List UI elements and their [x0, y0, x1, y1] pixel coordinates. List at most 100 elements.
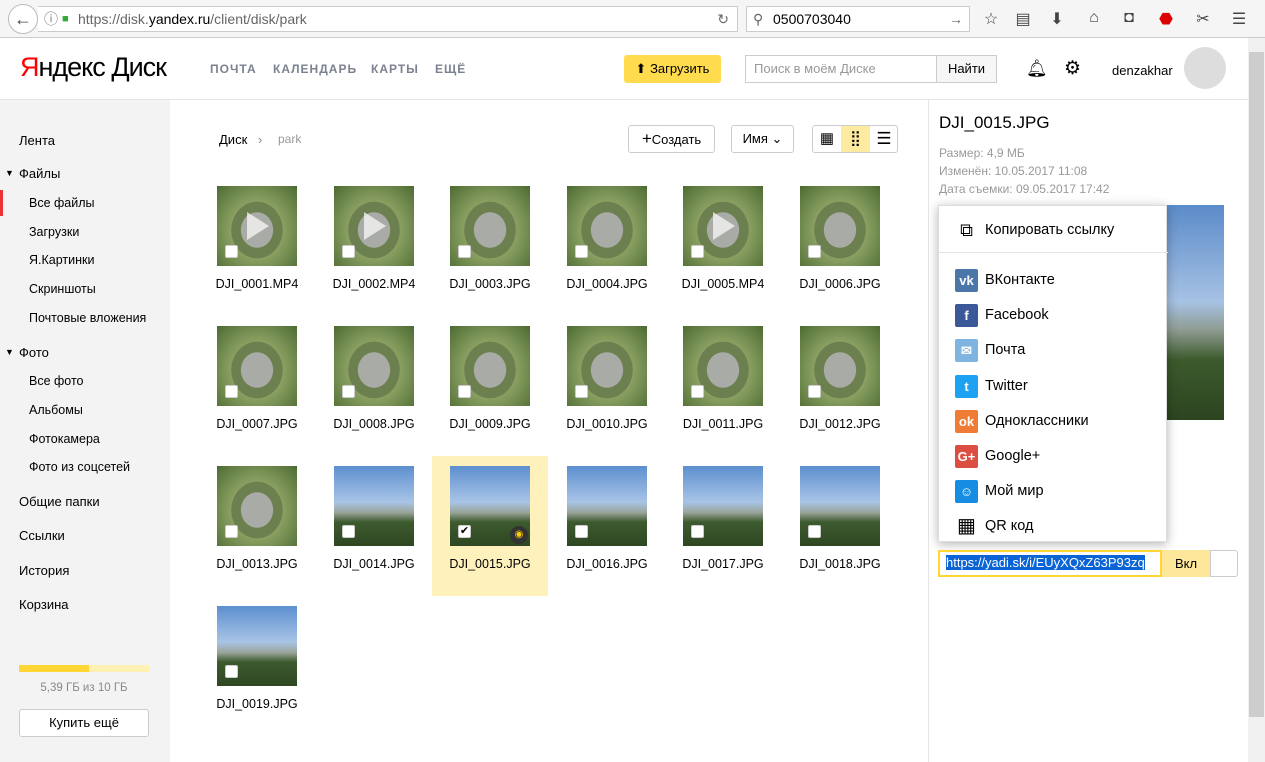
- select-checkbox[interactable]: [225, 385, 238, 398]
- file-tile[interactable]: DJI_0009.JPG: [432, 326, 548, 466]
- file-thumbnail[interactable]: [683, 466, 763, 546]
- copy-link-item[interactable]: ⧉ Копировать ссылку: [939, 212, 1168, 252]
- username[interactable]: denzakhar: [1112, 63, 1173, 78]
- sidebar-item-camera[interactable]: Фотокамера: [29, 432, 100, 446]
- select-checkbox[interactable]: [575, 245, 588, 258]
- file-tile[interactable]: DJI_0017.JPG: [665, 466, 781, 606]
- file-thumbnail[interactable]: [800, 186, 880, 266]
- scrollbar[interactable]: [1248, 38, 1265, 762]
- buy-more-button[interactable]: Купить ещё: [19, 709, 149, 737]
- file-tile[interactable]: DJI_0011.JPG: [665, 326, 781, 466]
- sidebar-item-trash[interactable]: Корзина: [19, 597, 69, 612]
- view-list-icon[interactable]: ☰: [870, 126, 897, 152]
- file-thumbnail[interactable]: [567, 466, 647, 546]
- browser-search[interactable]: ⚲ 0500703040 →: [746, 6, 970, 32]
- select-checkbox[interactable]: [458, 245, 471, 258]
- file-thumbnail[interactable]: [334, 326, 414, 406]
- file-thumbnail[interactable]: [567, 326, 647, 406]
- gear-icon[interactable]: ⚙: [1064, 57, 1081, 80]
- sidebar-item-yandex-images[interactable]: Я.Картинки: [29, 253, 94, 267]
- nav-calendar[interactable]: КАЛЕНДАРЬ: [273, 62, 357, 76]
- sidebar-item-all-files[interactable]: Все файлы: [0, 190, 95, 216]
- file-tile[interactable]: DJI_0003.JPG: [432, 186, 548, 326]
- share-item[interactable]: G+ Google+: [939, 438, 1168, 473]
- share-item[interactable]: t Twitter: [939, 368, 1168, 403]
- file-thumbnail[interactable]: [334, 186, 414, 266]
- share-item[interactable]: f Facebook: [939, 297, 1168, 332]
- download-icon[interactable]: ⬇: [1046, 9, 1068, 29]
- sidebar-item-shared-folders[interactable]: Общие папки: [19, 494, 100, 509]
- select-checkbox[interactable]: [458, 385, 471, 398]
- select-checkbox[interactable]: [342, 385, 355, 398]
- sidebar-item-social-photos[interactable]: Фото из соцсетей: [29, 460, 130, 474]
- file-thumbnail[interactable]: [450, 326, 530, 406]
- file-thumbnail[interactable]: ✔ ◉: [450, 466, 530, 546]
- breadcrumb-disk[interactable]: Диск: [219, 132, 247, 147]
- adblock-icon[interactable]: ⬣: [1155, 9, 1177, 29]
- sidebar-item-photo[interactable]: Фото: [19, 345, 49, 360]
- select-checkbox[interactable]: [575, 525, 588, 538]
- sidebar-item-downloads[interactable]: Загрузки: [29, 225, 79, 239]
- select-checkbox[interactable]: [225, 525, 238, 538]
- scrollbar-thumb[interactable]: [1249, 52, 1264, 717]
- file-thumbnail[interactable]: [217, 466, 297, 546]
- share-item[interactable]: ▦ QR код: [939, 508, 1168, 543]
- nav-maps[interactable]: КАРТЫ: [371, 62, 419, 76]
- select-checkbox[interactable]: [225, 665, 238, 678]
- back-button[interactable]: ←: [8, 4, 38, 34]
- file-thumbnail[interactable]: [217, 186, 297, 266]
- file-thumbnail[interactable]: [683, 186, 763, 266]
- select-checkbox[interactable]: [808, 385, 821, 398]
- avatar[interactable]: [1184, 47, 1226, 89]
- file-thumbnail[interactable]: [567, 186, 647, 266]
- nav-mail[interactable]: ПОЧТА: [210, 62, 257, 76]
- link-toggle-label[interactable]: Вкл: [1162, 550, 1210, 577]
- file-tile[interactable]: DJI_0008.JPG: [316, 326, 432, 466]
- create-button[interactable]: +Создать: [628, 125, 715, 153]
- select-checkbox[interactable]: [691, 385, 704, 398]
- file-tile[interactable]: DJI_0002.MP4: [316, 186, 432, 326]
- file-tile[interactable]: DJI_0014.JPG: [316, 466, 432, 606]
- pocket-icon[interactable]: ◘: [1118, 9, 1140, 27]
- view-large-tiles-icon[interactable]: ▦: [813, 126, 841, 152]
- file-thumbnail[interactable]: [217, 326, 297, 406]
- share-item[interactable]: ok Одноклассники: [939, 403, 1168, 438]
- bell-icon[interactable]: 🔔︎: [1026, 59, 1048, 79]
- file-tile[interactable]: DJI_0001.MP4: [199, 186, 315, 326]
- file-tile[interactable]: DJI_0012.JPG: [782, 326, 898, 466]
- bookmark-star-icon[interactable]: ☆: [980, 9, 1002, 29]
- file-thumbnail[interactable]: [800, 326, 880, 406]
- sidebar-item-all-photos[interactable]: Все фото: [29, 374, 84, 388]
- select-checkbox[interactable]: [808, 525, 821, 538]
- file-tile[interactable]: DJI_0007.JPG: [199, 326, 315, 466]
- file-tile[interactable]: ✔ ◉ DJI_0015.JPG: [432, 456, 548, 596]
- view-small-tiles-icon[interactable]: ⣿: [841, 126, 870, 152]
- disk-search-input[interactable]: Поиск в моём Диске: [745, 55, 937, 83]
- select-checkbox[interactable]: [342, 245, 355, 258]
- address-bar[interactable]: ⓘ ■ https://disk.yandex.ru/client/disk/par…: [38, 6, 738, 32]
- find-button[interactable]: Найти: [936, 55, 997, 83]
- file-tile[interactable]: DJI_0016.JPG: [549, 466, 665, 606]
- file-tile[interactable]: DJI_0019.JPG: [199, 606, 315, 746]
- share-item[interactable]: ☺ Мой мир: [939, 473, 1168, 508]
- reading-list-icon[interactable]: ▤: [1012, 9, 1034, 29]
- file-tile[interactable]: DJI_0013.JPG: [199, 466, 315, 606]
- file-tile[interactable]: DJI_0005.MP4: [665, 186, 781, 326]
- public-link-input[interactable]: https://yadi.sk/i/EUyXQxZ63P93zq: [938, 550, 1162, 577]
- sidebar-item-screenshots[interactable]: Скриншоты: [29, 282, 96, 296]
- file-thumbnail[interactable]: [683, 326, 763, 406]
- share-item[interactable]: ✉ Почта: [939, 332, 1168, 367]
- select-checkbox[interactable]: [691, 525, 704, 538]
- file-tile[interactable]: DJI_0004.JPG: [549, 186, 665, 326]
- sidebar-item-history[interactable]: История: [19, 563, 69, 578]
- sidebar-item-feed[interactable]: Лента: [19, 133, 55, 148]
- select-checkbox[interactable]: [808, 245, 821, 258]
- file-tile[interactable]: DJI_0006.JPG: [782, 186, 898, 326]
- home-icon[interactable]: ⌂: [1083, 9, 1105, 27]
- go-icon[interactable]: →: [949, 7, 963, 31]
- sidebar-item-albums[interactable]: Альбомы: [29, 403, 83, 417]
- select-checkbox[interactable]: [691, 245, 704, 258]
- link-toggle[interactable]: [1210, 550, 1238, 577]
- screenshot-icon[interactable]: ✂: [1192, 9, 1214, 29]
- file-tile[interactable]: DJI_0010.JPG: [549, 326, 665, 466]
